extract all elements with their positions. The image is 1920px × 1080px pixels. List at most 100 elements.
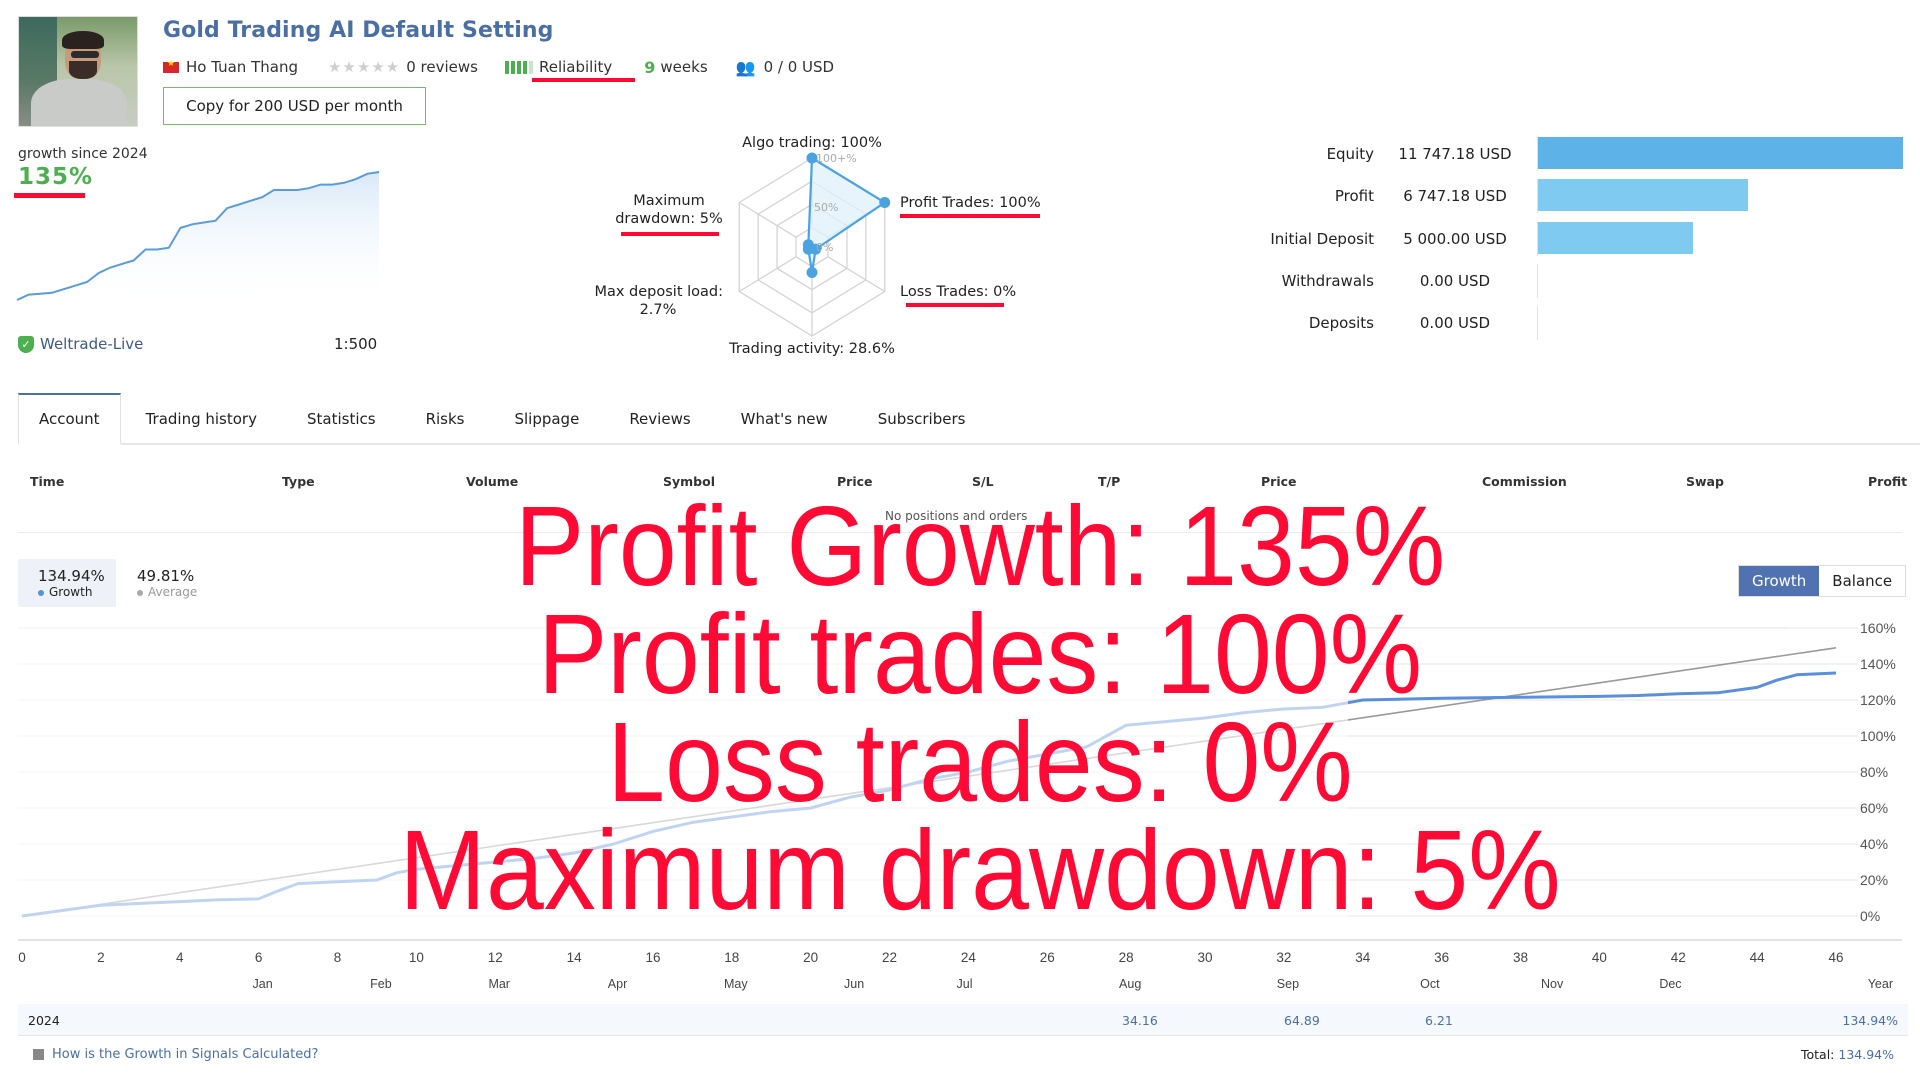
tab-account[interactable]: Account	[18, 393, 121, 445]
avatar-beard	[69, 61, 97, 79]
equity-value: 0.00 USD	[1419, 314, 1491, 333]
growth-stat[interactable]: 134.94% Growth	[38, 567, 105, 599]
radar-label-profit-trades: Profit Trades: 100%	[900, 195, 1041, 211]
month-label: Feb	[370, 977, 392, 991]
rating-stars-icon[interactable]: ★★★★★	[328, 58, 400, 76]
month-label: Mar	[488, 977, 510, 991]
column-header-type[interactable]: Type	[282, 474, 315, 489]
tab-reviews[interactable]: Reviews	[604, 393, 715, 445]
monthly-value-year[interactable]: 134.94%	[1842, 1013, 1898, 1028]
column-header-swap[interactable]: Swap	[1686, 474, 1724, 489]
radar-label-max-deposit-load: Max deposit load:	[594, 284, 723, 300]
monthly-value-oct[interactable]: 6.21	[1425, 1013, 1453, 1028]
sparkline-area	[17, 172, 379, 310]
equity-bar-track	[1537, 137, 1903, 171]
x-tick-label: 22	[882, 950, 897, 965]
equity-value: 11 747.18 USD	[1398, 145, 1512, 163]
equity-bar-track	[1537, 221, 1903, 256]
tab-what-s-new[interactable]: What's new	[716, 393, 853, 445]
radar-value-max-drawdown: drawdown: 5%	[615, 211, 723, 227]
average-stat[interactable]: 49.81% Average	[137, 567, 197, 599]
tab-subscribers[interactable]: Subscribers	[853, 393, 991, 445]
x-tick-label: 6	[255, 950, 263, 965]
monthly-value-sep[interactable]: 64.89	[1284, 1013, 1320, 1028]
tab-risks[interactable]: Risks	[401, 393, 490, 445]
column-header-t-p[interactable]: T/P	[1098, 474, 1120, 489]
x-tick-label: 24	[961, 950, 977, 965]
growth-legend-dot-icon	[38, 589, 44, 596]
y-tick-label: 80%	[1860, 764, 1888, 780]
leverage-value: 1:500	[334, 335, 378, 353]
equity-row-withdrawals: Withdrawals 0.00 USD	[1200, 263, 1910, 298]
total-value: 134.94%	[1838, 1047, 1894, 1062]
monthly-value-aug[interactable]: 34.16	[1122, 1013, 1158, 1028]
month-label: Jul	[957, 977, 973, 991]
y-tick-label: 60%	[1860, 800, 1888, 816]
tab-trading-history[interactable]: Trading history	[121, 393, 282, 445]
column-header-volume[interactable]: Volume	[466, 474, 518, 489]
equity-row-deposits: Deposits 0.00 USD	[1200, 306, 1910, 341]
avatar-hair	[62, 31, 104, 49]
tab-statistics[interactable]: Statistics	[282, 393, 401, 445]
y-tick-label: 20%	[1860, 872, 1888, 888]
growth-sparkline	[16, 171, 380, 310]
x-tick-label: 44	[1750, 950, 1766, 965]
author-avatar[interactable]	[18, 16, 138, 127]
equity-value: 0.00 USD	[1419, 271, 1491, 290]
growth-stat-value: 134.94%	[38, 567, 105, 585]
month-label: Oct	[1420, 977, 1440, 991]
radar-point	[879, 197, 891, 208]
column-header-symbol[interactable]: Symbol	[663, 474, 715, 489]
equity-bar-track	[1537, 179, 1903, 214]
chart-mode-toggle: Growth Balance	[1738, 565, 1907, 597]
month-label: Apr	[608, 977, 627, 991]
month-label: Year	[1868, 977, 1893, 991]
radar-label-max-drawdown: Maximum	[633, 193, 704, 209]
chart-x-ticks: 0 2 4 6 8 10 12 14 16 18 20 22 24 26 28 30 32 34 36 38 40 42 4…	[18, 950, 1843, 965]
radar-value-max-deposit-load: 2.7%	[640, 302, 677, 318]
column-header-profit[interactable]: Profit	[1868, 474, 1907, 489]
toggle-growth-button[interactable]: Growth	[1739, 566, 1820, 596]
x-tick-label: 0	[18, 950, 26, 965]
radar-scale-50: 50%	[814, 201, 838, 214]
chart-y-ticks: 0% 20% 40% 60% 80% 100% 120% 140% 160%	[1860, 620, 1896, 924]
equity-row-equity: Equity 11 747.18 USD	[1200, 137, 1910, 171]
table-divider	[18, 532, 1902, 533]
y-tick-label: 140%	[1860, 656, 1896, 672]
radar-label-trading-activity: Trading activity: 28.6%	[728, 341, 895, 357]
month-label: Jan	[253, 977, 273, 991]
x-tick-label: 14	[567, 950, 583, 965]
column-header-s-l[interactable]: S/L	[972, 474, 994, 489]
y-tick-label: 0%	[1860, 908, 1880, 924]
equity-bar-track	[1537, 306, 1903, 341]
x-tick-label: 26	[1040, 950, 1055, 965]
author-name[interactable]: Ho Tuan Thang	[186, 58, 298, 76]
y-tick-label: 40%	[1860, 836, 1888, 852]
column-header-commission[interactable]: Commission	[1482, 474, 1567, 489]
x-tick-label: 16	[645, 950, 660, 965]
weeks-count: 9	[644, 57, 656, 77]
radar-scale-100: 100+%	[816, 152, 857, 165]
growth-calculation-help-link[interactable]: How is the Growth in Signals Calculated?	[33, 1047, 318, 1062]
highlight-underline	[900, 214, 1040, 218]
x-tick-label: 20	[803, 950, 818, 965]
reviews-count[interactable]: 0 reviews	[406, 58, 478, 76]
copy-subscribe-button[interactable]: Copy for 200 USD per month	[163, 87, 426, 125]
equity-label: Withdrawals	[1281, 271, 1374, 290]
x-tick-label: 18	[724, 950, 739, 965]
equity-row-initial-deposit: Initial Deposit 5 000.00 USD	[1200, 221, 1910, 256]
month-label: Jun	[844, 977, 864, 991]
reliability-label[interactable]: Reliability	[539, 58, 612, 76]
help-link-text[interactable]: How is the Growth in Signals Calculated?	[52, 1047, 318, 1062]
broker-server[interactable]: ✓ Weltrade-Live	[18, 335, 143, 353]
toggle-balance-button[interactable]: Balance	[1819, 566, 1906, 596]
x-tick-label: 32	[1276, 950, 1291, 965]
signal-meta-row: Ho Tuan Thang ★★★★★ 0 reviews Reliabilit…	[163, 56, 834, 78]
broker-name[interactable]: Weltrade-Live	[40, 335, 143, 353]
column-header-time[interactable]: Time	[30, 474, 64, 489]
highlight-underline	[532, 78, 635, 82]
tab-slippage[interactable]: Slippage	[489, 393, 604, 445]
column-header-price[interactable]: Price	[837, 474, 873, 489]
column-header-price[interactable]: Price	[1261, 474, 1297, 489]
signal-title[interactable]: Gold Trading AI Default Setting	[163, 18, 553, 43]
